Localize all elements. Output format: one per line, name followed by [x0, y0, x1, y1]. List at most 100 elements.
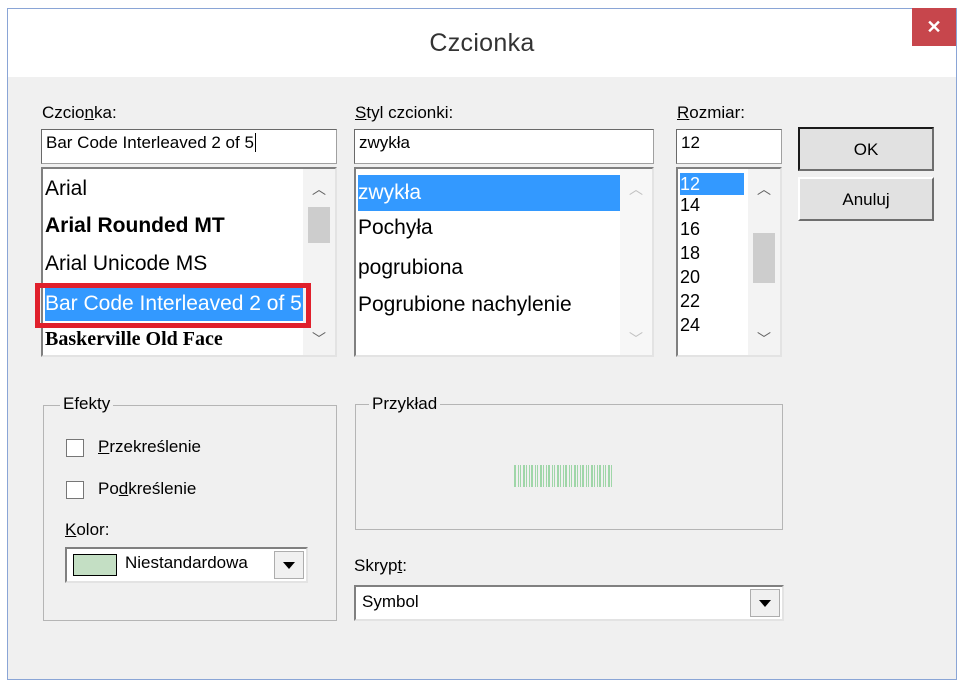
effects-title: Efekty: [60, 394, 114, 414]
barcode-stripe: [560, 465, 561, 487]
scroll-thumb[interactable]: [308, 207, 330, 243]
script-value: Symbol: [362, 592, 419, 611]
strikeout-label[interactable]: Przekreślenie: [98, 437, 201, 457]
color-label: Kolor:: [65, 520, 110, 539]
font-name-input[interactable]: Bar Code Interleaved 2 of 5: [41, 129, 337, 164]
script-label: Skrypt:: [354, 556, 407, 575]
size-item-14[interactable]: 14: [680, 195, 700, 216]
barcode-stripe: [608, 465, 610, 487]
close-icon: ✕: [926, 16, 942, 37]
barcode-stripe: [535, 465, 536, 487]
scroll-down-icon[interactable]: ﹀: [748, 329, 780, 349]
style-value: zwykła: [359, 133, 411, 152]
scroll-down-icon: ﹀: [629, 331, 643, 347]
barcode-stripe: [514, 465, 516, 487]
barcode-stripe: [529, 465, 530, 487]
barcode-stripe: [557, 465, 559, 487]
barcode-stripe: [611, 465, 612, 487]
font-item-baskerville[interactable]: Baskerville Old Face: [45, 328, 223, 351]
style-label: Styl czcionki:: [355, 103, 454, 122]
scroll-down-icon[interactable]: ﹀: [303, 329, 335, 349]
barcode-stripe: [563, 465, 564, 487]
barcode-stripe: [594, 465, 595, 487]
size-item-24[interactable]: 24: [680, 315, 700, 336]
barcode-stripe: [548, 465, 550, 487]
size-list-scrollbar[interactable]: ︿ ﹀: [748, 169, 780, 355]
selection-highlight: [35, 283, 311, 328]
barcode-stripe: [565, 465, 567, 487]
barcode-stripe: [603, 465, 604, 487]
font-item-arial[interactable]: Arial: [45, 177, 87, 201]
style-item-bold[interactable]: pogrubiona: [358, 256, 463, 280]
size-input[interactable]: 12: [676, 129, 782, 164]
strikeout-checkbox[interactable]: [66, 439, 84, 457]
underline-label[interactable]: Podkreślenie: [98, 479, 196, 499]
scroll-up-icon[interactable]: ︿: [303, 179, 335, 199]
style-item-bold-italic[interactable]: Pogrubione nachylenie: [358, 293, 620, 317]
script-select[interactable]: Symbol: [354, 585, 784, 621]
font-item-arial-unicode[interactable]: Arial Unicode MS: [45, 252, 207, 276]
size-label: Rozmiar:: [677, 103, 746, 122]
sample-title: Przykład: [369, 394, 441, 414]
scroll-thumb[interactable]: [753, 233, 775, 283]
style-item-regular[interactable]: zwykła: [358, 175, 620, 211]
chevron-down-icon: [283, 561, 295, 569]
color-select[interactable]: Niestandardowa: [65, 547, 308, 583]
font-list[interactable]: Arial Arial Rounded MT Arial Unicode MS …: [41, 167, 337, 357]
barcode-stripe: [520, 465, 521, 487]
color-swatch-fill: [74, 555, 116, 575]
style-item-italic[interactable]: Pochyła: [358, 216, 433, 240]
barcode-stripe: [526, 465, 527, 487]
color-dropdown-button[interactable]: [274, 551, 304, 579]
color-value: Niestandardowa: [125, 553, 248, 572]
scroll-up-icon: ︿: [629, 181, 643, 197]
barcode-stripe: [591, 465, 593, 487]
font-name-value: Bar Code Interleaved 2 of 5: [46, 133, 254, 152]
style-list-scrollbar: ︿ ﹀: [620, 169, 652, 355]
cancel-button[interactable]: Anuluj: [798, 177, 934, 221]
size-item-20[interactable]: 20: [680, 267, 700, 288]
font-dialog: Czcionka ✕ Czcionka: Bar Code Interleave…: [7, 8, 957, 680]
barcode-stripe: [537, 465, 538, 487]
scroll-up-icon[interactable]: ︿: [748, 179, 780, 199]
barcode-stripe: [582, 465, 584, 487]
style-input[interactable]: zwykła: [354, 129, 654, 164]
underline-checkbox[interactable]: [66, 481, 84, 499]
barcode-stripe: [571, 465, 572, 487]
barcode-stripe: [580, 465, 581, 487]
barcode-stripe: [552, 465, 553, 487]
title-bar: Czcionka ✕: [8, 8, 956, 77]
close-button[interactable]: ✕: [912, 8, 956, 46]
barcode-stripe: [523, 465, 525, 487]
script-dropdown-button[interactable]: [750, 589, 780, 617]
font-item-arial-rounded[interactable]: Arial Rounded MT: [45, 214, 225, 238]
barcode-stripe: [574, 465, 576, 487]
ok-button[interactable]: OK: [798, 127, 934, 171]
size-value: 12: [681, 133, 700, 152]
barcode-stripe: [546, 465, 547, 487]
barcode-stripe: [540, 465, 542, 487]
barcode-stripe: [599, 465, 601, 487]
barcode-stripe: [518, 465, 519, 487]
chevron-down-icon: [759, 599, 771, 607]
barcode-stripe: [586, 465, 587, 487]
color-swatch: [73, 554, 117, 576]
barcode-stripe: [588, 465, 589, 487]
dialog-title: Czcionka: [429, 29, 535, 57]
size-item-16[interactable]: 16: [680, 219, 700, 240]
barcode-stripe: [597, 465, 598, 487]
barcode-stripe: [543, 465, 544, 487]
style-list[interactable]: zwykła Pochyła pogrubiona Pogrubione nac…: [354, 167, 654, 357]
size-item-18[interactable]: 18: [680, 243, 700, 264]
barcode-stripe: [569, 465, 570, 487]
size-item-12[interactable]: 12: [680, 173, 744, 195]
font-label: Czcionka:: [42, 103, 117, 122]
size-item-22[interactable]: 22: [680, 291, 700, 312]
barcode-stripe: [554, 465, 555, 487]
barcode-stripe: [577, 465, 578, 487]
size-list[interactable]: 12 14 16 18 20 22 24 ︿ ﹀: [676, 167, 782, 357]
barcode-stripe: [531, 465, 533, 487]
barcode-stripe: [605, 465, 606, 487]
sample-barcode-preview: [512, 465, 615, 487]
barcode-icon: [514, 465, 615, 487]
